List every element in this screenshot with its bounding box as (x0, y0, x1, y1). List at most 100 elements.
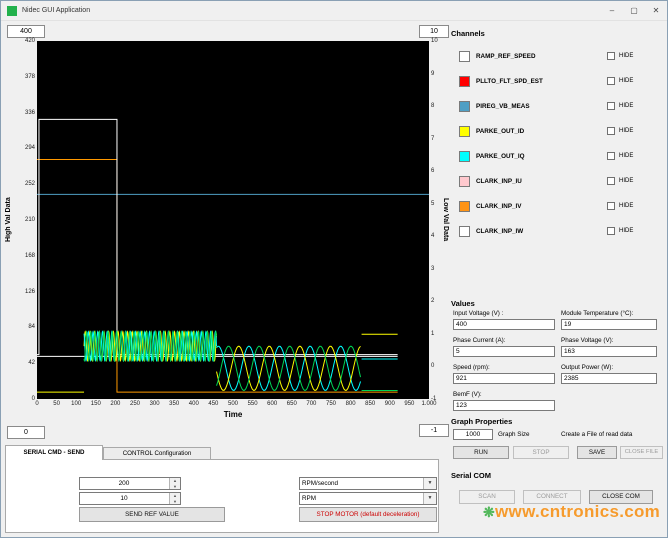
channels-title: Channels (451, 29, 485, 38)
tick-label: 550 (247, 401, 258, 407)
tick-label: 2 (431, 298, 435, 305)
tick-label: 0 (35, 401, 39, 407)
tick-label: 42 (28, 360, 35, 367)
ref-value-stepper[interactable]: 200 ▲ ▼ (79, 477, 181, 490)
hide-checkbox[interactable] (607, 102, 615, 110)
ref-value[interactable]: 200 (80, 478, 168, 489)
channel-color-swatch (459, 151, 470, 162)
channel-row: PLLTO_FLT_SPD_EST HIDE (449, 76, 665, 89)
input-voltage-field[interactable]: 400 (453, 319, 555, 330)
tick-label: 350 (169, 401, 180, 407)
hide-label: HIDE (619, 153, 634, 159)
tick-label: 800 (345, 401, 356, 407)
graph-size-label: Graph Size (498, 431, 530, 438)
x-axis-title: Time (223, 410, 243, 419)
hide-checkbox[interactable] (607, 177, 615, 185)
down-arrow-icon[interactable]: ▼ (170, 499, 180, 505)
graph-size-input[interactable]: 1000 (453, 429, 493, 440)
tick-label: 4 (431, 233, 435, 240)
tick-label: 210 (24, 217, 35, 223)
tick-label: 378 (24, 73, 35, 80)
low-max-input[interactable]: 10 (419, 25, 449, 38)
hide-checkbox[interactable] (607, 227, 615, 235)
tick-label: 84 (28, 324, 35, 331)
hide-label: HIDE (619, 228, 634, 234)
output-power-field[interactable]: 2385 (561, 373, 657, 384)
send-ref-value-button[interactable]: SEND REF VALUE (79, 507, 225, 522)
graph-properties-title: Graph Properties (451, 417, 513, 426)
ramp-value[interactable]: 10 (80, 493, 168, 504)
maximize-button[interactable]: ▢ (623, 1, 645, 20)
field-label: Module Temperature (°C): (561, 310, 634, 317)
hide-checkbox[interactable] (607, 52, 615, 60)
field-label: Speed (rpm): (453, 364, 490, 371)
low-min-input[interactable]: -1 (419, 424, 449, 437)
tick-label: 294 (24, 145, 35, 152)
tick-label: 250 (129, 401, 141, 407)
tick-label: 400 (188, 401, 199, 407)
tick-label: 336 (24, 109, 35, 116)
stop-button[interactable]: STOP (513, 446, 569, 459)
tick-label: 100 (71, 401, 82, 407)
stop-motor-button[interactable]: STOP MOTOR (default deceleration) (299, 507, 437, 522)
ref-value-arrows[interactable]: ▲ ▼ (169, 478, 180, 489)
channel-color-swatch (459, 176, 470, 187)
close-button[interactable]: ✕ (645, 1, 667, 20)
tick-label: 1 (431, 330, 435, 337)
hide-checkbox[interactable] (607, 152, 615, 160)
tick-label: 900 (384, 401, 395, 407)
channel-label: PARKE_OUT_IQ (476, 153, 525, 160)
chevron-down-icon[interactable]: ▼ (423, 478, 436, 489)
tick-label: 750 (325, 401, 337, 407)
unit1-value: RPM/second (302, 480, 339, 487)
high-min-input[interactable]: 0 (7, 426, 45, 439)
tick-label: 5 (431, 200, 435, 207)
channel-label: CLARK_INP_IV (476, 203, 522, 210)
hide-label: HIDE (619, 103, 634, 109)
tick-label: 300 (149, 401, 160, 407)
ramp-value-stepper[interactable]: 10 ▲ ▼ (79, 492, 181, 505)
tick-label: 700 (306, 401, 317, 407)
module-temperature-field[interactable]: 19 (561, 319, 657, 330)
tick-label: 10 (431, 38, 438, 44)
tab-serial-cmd-send[interactable]: SERIAL CMD - SEND (5, 445, 103, 460)
tick-label: 150 (90, 401, 101, 407)
channel-label: CLARK_INP_IU (476, 178, 522, 185)
speed-field[interactable]: 921 (453, 373, 555, 384)
close-file-button[interactable]: CLOSE FILE (620, 446, 663, 459)
field-label: BemF (V): (453, 391, 482, 398)
field-label: Phase Current (A): (453, 337, 506, 344)
channel-label: PLLTO_FLT_SPD_EST (476, 78, 543, 85)
hide-label: HIDE (619, 203, 634, 209)
plot-area (37, 41, 429, 399)
unit1-dropdown[interactable]: RPM/second ▼ (299, 477, 437, 490)
phase-current-field[interactable]: 5 (453, 346, 555, 357)
plot-svg (37, 41, 429, 399)
tick-label: 7 (431, 135, 435, 142)
unit2-dropdown[interactable]: RPM ▼ (299, 492, 437, 505)
tick-label: 6 (431, 168, 435, 175)
hide-checkbox[interactable] (607, 202, 615, 210)
watermark: ❋www.cntronics.com (483, 502, 660, 522)
high-max-input[interactable]: 400 (7, 25, 45, 38)
channel-label: RAMP_REF_SPEED (476, 53, 536, 60)
tick-label: 0 (31, 396, 35, 402)
watermark-logo-icon: ❋ (483, 504, 496, 520)
chevron-down-icon[interactable]: ▼ (423, 493, 436, 504)
channel-color-swatch (459, 101, 470, 112)
ramp-value-arrows[interactable]: ▲ ▼ (169, 493, 180, 504)
tick-label: 420 (24, 38, 35, 44)
right-axis-ticks: 10 9 8 7 6 5 4 3 2 1 0 -1 (431, 38, 443, 402)
down-arrow-icon[interactable]: ▼ (170, 484, 180, 490)
hide-checkbox[interactable] (607, 77, 615, 85)
tick-label: 3 (431, 265, 435, 272)
hide-checkbox[interactable] (607, 127, 615, 135)
channel-row: RAMP_REF_SPEED HIDE (449, 51, 665, 64)
minimize-button[interactable]: – (601, 1, 623, 20)
run-button[interactable]: RUN (453, 446, 509, 459)
tick-label: 0 (431, 363, 435, 370)
bemf-field[interactable]: 123 (453, 400, 555, 411)
save-button[interactable]: SAVE (577, 446, 617, 459)
phase-voltage-field[interactable]: 163 (561, 346, 657, 357)
tick-label: 1.000 (421, 401, 437, 407)
